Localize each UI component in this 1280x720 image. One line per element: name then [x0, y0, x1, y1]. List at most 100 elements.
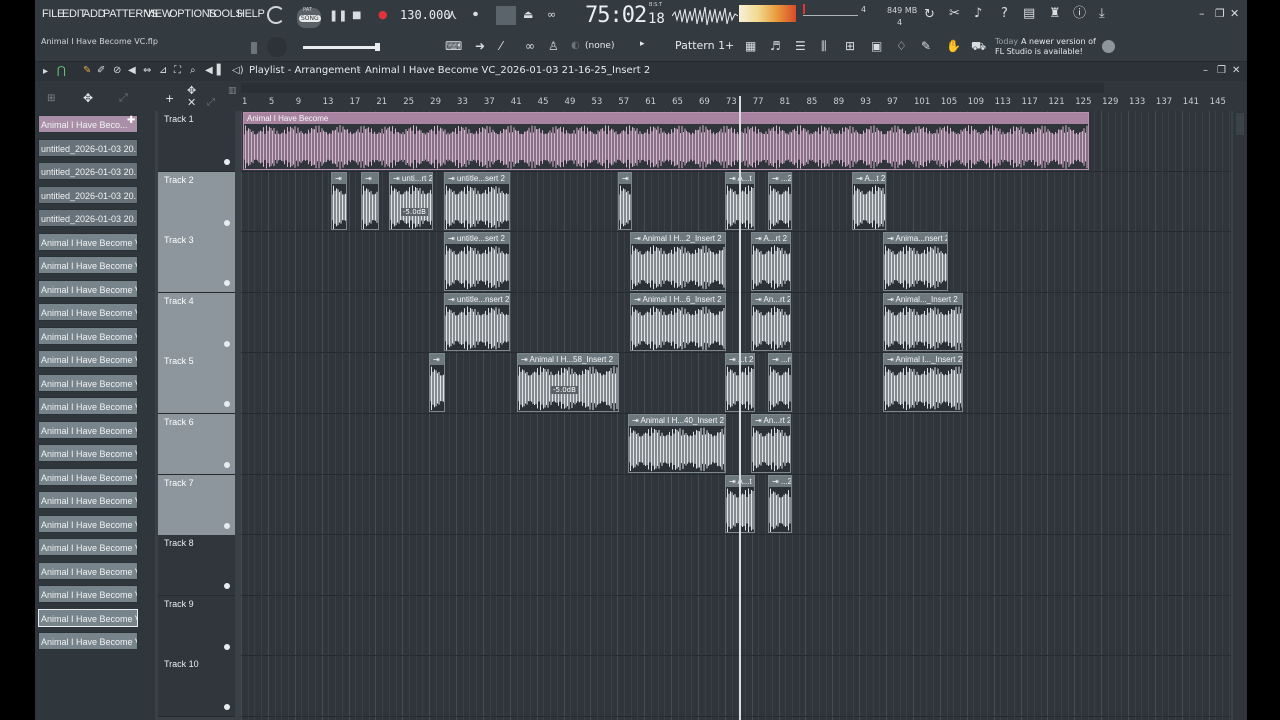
picker-clip-item[interactable]: Animal I Have Become V...: [38, 303, 138, 321]
audio-clip[interactable]: ⇥ untitle...sert 2: [444, 171, 510, 231]
plugin-picker-icon[interactable]: ♢: [896, 38, 907, 54]
typing-keyboard-icon[interactable]: ⌨: [445, 38, 462, 54]
picker-pattern-icon[interactable]: ✥: [83, 90, 93, 106]
picker-audio-icon[interactable]: ⊞: [47, 91, 55, 107]
track-active-dot[interactable]: [224, 340, 230, 347]
master-volume-handle[interactable]: [375, 43, 380, 51]
scrollbar-thumb[interactable]: [1236, 113, 1244, 135]
channel-slot[interactable]: [251, 42, 257, 54]
mixer-icon[interactable]: ⫼: [821, 38, 827, 54]
add-pattern-icon[interactable]: +: [725, 39, 734, 52]
audio-clip[interactable]: ⇥ Animal I H...58_Insert 2: [517, 353, 619, 412]
slice-tool-icon[interactable]: ⊿: [159, 63, 167, 79]
tempo-display[interactable]: 130.000: [400, 8, 451, 22]
snap-icon[interactable]: ⁄: [500, 38, 502, 54]
step-arrow-icon[interactable]: ➜: [475, 38, 485, 54]
pattern-arrow-icon[interactable]: ▸: [640, 39, 645, 49]
save-icon[interactable]: ▤: [1023, 6, 1035, 22]
touch-icon[interactable]: ✋: [946, 38, 961, 54]
audio-clip[interactable]: ⇥ A...t 2: [852, 171, 886, 231]
audio-clip[interactable]: ⇥ Animal I H...40_Insert 2: [628, 414, 726, 473]
select-tool-icon[interactable]: ⛶: [174, 63, 181, 79]
draw-tool-icon[interactable]: ✎: [83, 63, 91, 79]
track-active-dot[interactable]: [224, 219, 230, 226]
delete-tool-icon[interactable]: ⊘: [113, 63, 121, 79]
track-active-dot[interactable]: [224, 401, 230, 408]
picker-clip-item[interactable]: Animal I Have Become V...: [38, 608, 138, 627]
channel-rack-icon[interactable]: ☰: [795, 38, 806, 54]
master-volume-slider[interactable]: [303, 46, 377, 49]
picker-clip-item[interactable]: Animal I Have Become V...: [38, 279, 138, 298]
audio-clip[interactable]: ⇥ A...rt 2: [751, 232, 791, 291]
lock-icon[interactable]: ◐: [571, 38, 580, 54]
picker-clip-item[interactable]: Animal I Have Become V...: [38, 256, 138, 274]
picker-clip-item[interactable]: untitled_2026-01-03 20...: [38, 138, 138, 157]
piano-roll-icon[interactable]: ♬: [770, 38, 781, 54]
playhead[interactable]: [739, 96, 741, 720]
main-audio-clip[interactable]: Animal I Have Become: [243, 112, 1089, 170]
picker-pin-icon[interactable]: ✚: [127, 115, 135, 126]
audio-clip[interactable]: ⇥: [361, 171, 379, 231]
metronome-icon[interactable]: ⋏: [447, 7, 457, 23]
picker-clip-item[interactable]: Animal I Have Become V...: [38, 397, 138, 415]
countdown-button[interactable]: [496, 6, 516, 25]
overview-icon[interactable]: ▥: [228, 83, 237, 99]
picker-clip-item[interactable]: Animal I Have Become V...: [38, 514, 138, 533]
picker-clip-item[interactable]: Animal I Have Become V...: [38, 585, 138, 603]
link-icon[interactable]: ∞: [525, 38, 535, 54]
news-line1[interactable]: A newer version of: [1021, 37, 1096, 46]
picker-clip-item[interactable]: Animal I Have Become V...: [38, 373, 138, 392]
cut-icon[interactable]: ✂: [949, 6, 960, 22]
slip-tool-icon[interactable]: ⇔: [143, 63, 151, 79]
menu-add[interactable]: ADD: [83, 8, 106, 20]
step-edit-icon[interactable]: ⏏: [523, 7, 533, 23]
master-volume-marker[interactable]: [803, 4, 805, 14]
add-track-icon[interactable]: +: [165, 91, 174, 107]
undo-icon[interactable]: ↻: [924, 7, 935, 23]
microphone-icon[interactable]: ♪: [974, 6, 982, 22]
playlist-minimize-icon[interactable]: –: [1203, 63, 1208, 79]
magnet-snap-icon[interactable]: ⋂: [57, 63, 66, 79]
recording-knob-icon[interactable]: [267, 6, 285, 24]
zoom-tool-icon[interactable]: ⌕: [190, 63, 196, 79]
cart-icon[interactable]: ⛟: [971, 38, 986, 54]
playlist-maximize-icon[interactable]: ❐: [1217, 63, 1226, 79]
picker-clip-item[interactable]: untitled_2026-01-03 20...: [38, 209, 138, 227]
timeline-overview[interactable]: [241, 83, 1104, 93]
vertical-scrollbar[interactable]: [1233, 111, 1247, 720]
audio-clip[interactable]: ⇥: [331, 171, 347, 231]
track-active-dot[interactable]: [224, 704, 230, 711]
timeline-ruler[interactable]: 1 5 9 13 17 21 25 29 33 37 41 45 49 53 57 61 65 69 73 77 81 8…: [241, 96, 1231, 111]
picker-clip-item[interactable]: Animal I Have Become V...: [38, 538, 138, 556]
playlist-menu-arrow-icon[interactable]: ▸: [43, 64, 48, 80]
close-icon[interactable]: ✕: [1230, 6, 1239, 22]
picker-clip-item[interactable]: Animal I Have Become V...: [38, 326, 138, 345]
master-pitch-slider[interactable]: [803, 15, 858, 16]
pause-icon[interactable]: ❚❚: [329, 8, 347, 24]
track-active-dot[interactable]: [224, 462, 230, 468]
picker-automation-icon[interactable]: ⤢: [119, 90, 128, 106]
news-line2[interactable]: FL Studio is available!: [995, 47, 1083, 56]
minimize-icon[interactable]: –: [1199, 6, 1205, 22]
track-header[interactable]: Track 4: [158, 292, 235, 354]
stamp-icon[interactable]: ♙: [548, 38, 559, 54]
playlist-icon[interactable]: ▦: [745, 38, 756, 54]
track-active-dot[interactable]: [224, 643, 230, 650]
audio-clip[interactable]: ⇥ untitle...sert 2: [444, 232, 510, 291]
song-position[interactable]: 75:02: [585, 3, 647, 28]
track-active-dot[interactable]: [224, 159, 230, 165]
wait-input-icon[interactable]: ⏺: [473, 7, 478, 23]
menu-file[interactable]: FILE: [42, 8, 64, 20]
playback-tool-icon[interactable]: ◀▐: [205, 63, 220, 79]
picker-clip-item[interactable]: Animal I Have Become V...: [38, 632, 138, 650]
track-header[interactable]: Track 1: [158, 111, 235, 172]
picker-clip-item[interactable]: Animal I Have Become V...: [38, 350, 138, 368]
close-tracks-icon[interactable]: ✕: [187, 95, 196, 111]
audio-clip[interactable]: ⇥ ...rt 2: [768, 353, 792, 412]
paint-tool-icon[interactable]: ✐: [97, 63, 105, 79]
loop-record-icon[interactable]: ∞: [547, 7, 556, 23]
stop-icon[interactable]: ■: [352, 8, 361, 24]
pattern-name[interactable]: Pattern 1: [675, 39, 725, 52]
maximize-icon[interactable]: ❐: [1215, 6, 1225, 22]
arrangement-grid[interactable]: Animal I Have Become ⇥ ⇥ ⇥ unti...rt 2 ⇥ u…: [241, 111, 1231, 720]
